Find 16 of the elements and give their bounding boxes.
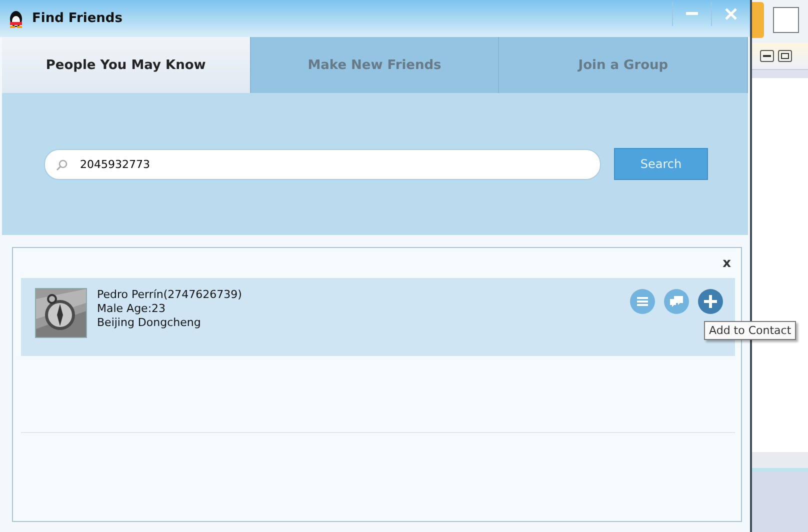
restore-icon[interactable] xyxy=(778,50,792,62)
contact-details: Male Age:23 xyxy=(97,302,167,315)
tooltip: Add to Contact xyxy=(704,321,796,340)
window-title: Find Friends xyxy=(32,11,122,26)
contact-location: Beijing Dongcheng xyxy=(97,316,202,329)
list-icon[interactable] xyxy=(630,289,655,314)
close-icon[interactable] xyxy=(725,8,737,20)
close-button[interactable]: x xyxy=(722,256,731,271)
chat-icon[interactable] xyxy=(664,289,689,314)
search-field[interactable]: 2045932773 xyxy=(44,148,601,180)
contact-name: Pedro Perrín(2747626739) xyxy=(97,288,242,301)
tab[interactable]: People You May Know xyxy=(2,37,251,93)
add-contact-icon[interactable] xyxy=(698,289,723,314)
minimize-icon[interactable] xyxy=(760,50,774,62)
search-icon xyxy=(56,158,68,170)
penguin-icon xyxy=(8,10,24,28)
